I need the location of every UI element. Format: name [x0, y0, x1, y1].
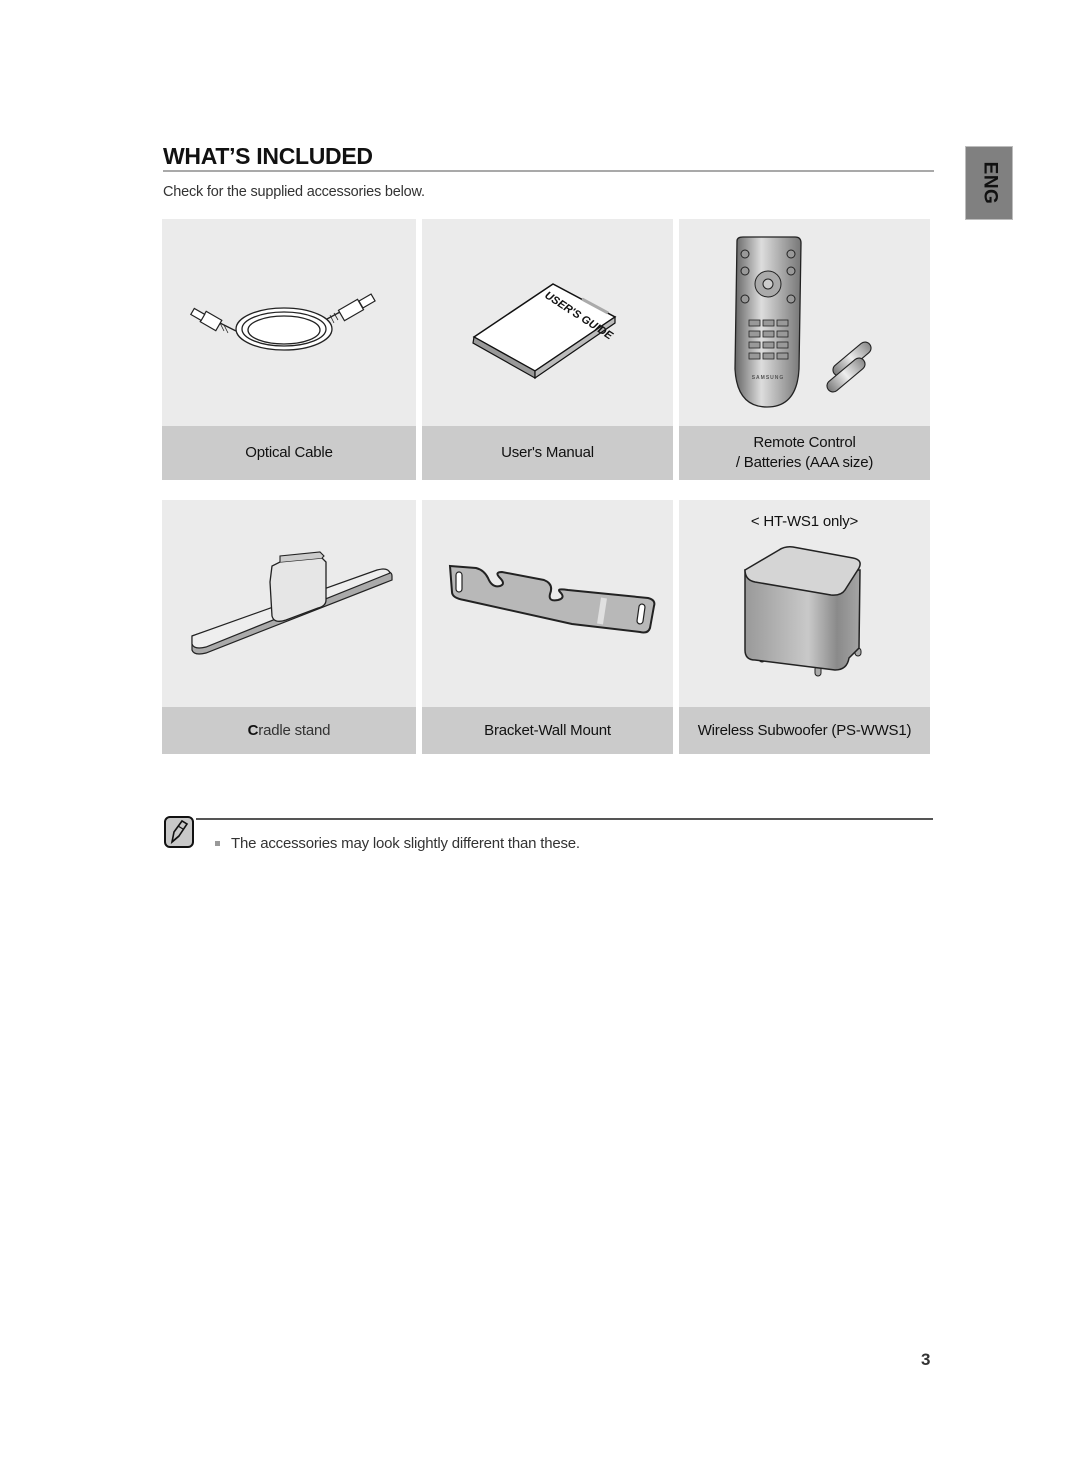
intro-text: Check for the supplied accessories below… — [163, 184, 425, 200]
label-text-first: C — [247, 721, 259, 739]
optical-cable-icon — [162, 219, 416, 426]
remote-control-icon: SAMSUNG — [679, 219, 930, 426]
label-text-line1: Remote Control — [753, 434, 856, 451]
note-divider — [196, 818, 933, 820]
language-tab: ENG — [965, 146, 1013, 220]
accessory-optical-cable: Optical Cable — [162, 219, 416, 480]
label-text-rest: radle stand — [258, 721, 331, 739]
note-text: The accessories may look slightly differ… — [231, 835, 580, 852]
language-tab-label: ENG — [979, 161, 1000, 205]
label-text: Optical Cable — [245, 444, 333, 461]
page-number: 3 — [921, 1350, 931, 1369]
subwoofer-icon — [679, 500, 930, 707]
accessory-users-manual: USER'S GUIDE User's Manual — [422, 219, 673, 480]
accessory-wireless-subwoofer: < HT-WS1 only> Wireless Subwoofer (PS-WW… — [679, 500, 930, 754]
label-text: Wireless Subwoofer (PS-WWS1) — [697, 721, 912, 739]
accessory-label: Wireless Subwoofer (PS-WWS1) — [679, 707, 930, 754]
label-text: User's Manual — [501, 444, 594, 461]
page-title: WHAT’S INCLUDED — [163, 143, 373, 169]
accessory-cradle-stand: Cradle stand — [162, 500, 416, 754]
wall-bracket-icon — [422, 500, 673, 707]
accessory-label: Optical Cable — [162, 426, 416, 480]
remote-brand-text: SAMSUNG — [752, 375, 785, 381]
accessory-wall-bracket: Bracket-Wall Mount — [422, 500, 673, 754]
note-bullet — [215, 841, 220, 846]
label-text: Cradle stand — [248, 721, 331, 741]
accessory-remote-control: SAMSUNG Remote Control / Batteries (AAA … — [679, 219, 930, 480]
users-manual-icon: USER'S GUIDE — [422, 219, 673, 426]
title-divider — [163, 170, 934, 172]
cradle-stand-icon — [162, 500, 416, 707]
accessory-label: User's Manual — [422, 426, 673, 480]
note-pencil-icon — [164, 816, 194, 848]
label-text-line2: / Batteries (AAA size) — [735, 454, 874, 471]
accessory-label: Cradle stand — [162, 707, 416, 754]
accessory-label: Remote Control / Batteries (AAA size) — [679, 426, 930, 480]
label-text: Bracket-Wall Mount — [484, 721, 611, 739]
accessory-label: Bracket-Wall Mount — [422, 707, 673, 754]
